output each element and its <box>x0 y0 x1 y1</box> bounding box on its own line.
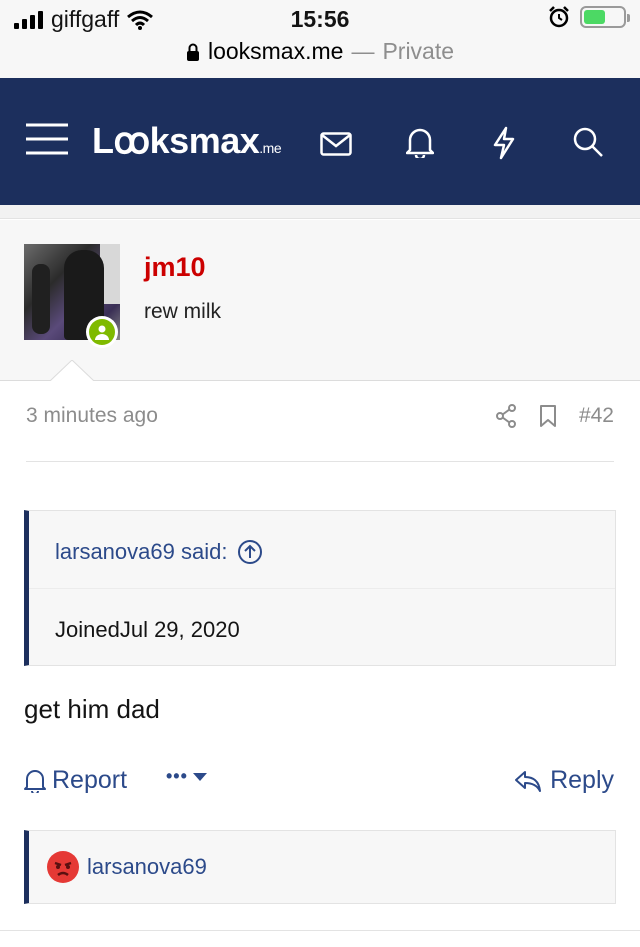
divider <box>0 930 640 931</box>
quote-header[interactable]: larsanova69 said: <box>29 511 615 589</box>
clock: 15:56 <box>290 6 350 32</box>
more-options-button[interactable]: ••• <box>166 766 208 787</box>
bookmark-icon[interactable] <box>539 404 557 428</box>
post-timestamp[interactable]: 3 minutes ago <box>26 404 158 427</box>
online-status-icon <box>86 316 118 348</box>
site-logo[interactable]: Lꝏksmax.me <box>92 120 282 162</box>
status-right <box>548 6 630 28</box>
divider <box>0 205 640 219</box>
arrow-up-circle-icon[interactable] <box>237 539 263 565</box>
address-bar[interactable]: looksmax.me — Private <box>0 38 640 65</box>
reply-button[interactable]: Reply <box>514 766 614 795</box>
username-link[interactable]: jm10 <box>144 252 206 283</box>
url-separator: — <box>351 38 375 64</box>
more-label: ••• <box>166 766 188 786</box>
reaction-user-link[interactable]: larsanova69 <box>87 854 207 880</box>
post-user-box: jm10 rew milk <box>0 220 640 381</box>
report-button[interactable]: Report <box>24 766 127 795</box>
lock-icon <box>186 43 199 61</box>
reply-icon <box>515 770 542 792</box>
search-icon[interactable] <box>572 126 604 158</box>
url-text: looksmax.me <box>207 38 344 64</box>
alarm-icon <box>549 6 569 28</box>
bell-icon <box>24 769 46 793</box>
menu-icon[interactable] <box>26 122 68 156</box>
logo-suffix: .me <box>259 140 282 156</box>
reply-label: Reply <box>550 766 614 794</box>
status-bar: giffgaff 15:56 looksmax.me — Private <box>0 0 640 78</box>
report-label: Report <box>52 766 128 794</box>
quote-block: larsanova69 said: JoinedJul 29, 2020 <box>24 510 616 666</box>
post-meta: 3 minutes ago #42 <box>26 404 614 462</box>
private-mode-label: Private <box>382 38 455 64</box>
post-message: get him dad <box>24 694 160 724</box>
user-title: rew milk <box>144 300 221 323</box>
userbox-pointer <box>50 360 94 382</box>
logo-text: Lꝏksmax <box>92 120 260 161</box>
site-navbar: Lꝏksmax.me <box>0 78 640 205</box>
reactions-bar[interactable]: larsanova69 <box>24 830 616 904</box>
mail-icon[interactable] <box>320 132 352 156</box>
user-icon <box>95 325 109 340</box>
bell-icon[interactable] <box>406 126 434 158</box>
angry-reaction-icon <box>47 851 79 883</box>
post-actions: Report ••• Reply <box>24 766 614 802</box>
caret-down-icon <box>192 772 207 781</box>
post-number[interactable]: #42 <box>579 404 614 428</box>
battery-icon <box>580 6 630 28</box>
quote-author[interactable]: larsanova69 said: <box>55 539 227 565</box>
lightning-icon[interactable] <box>492 126 516 160</box>
quote-text: JoinedJul 29, 2020 <box>55 617 240 642</box>
share-icon[interactable] <box>495 404 517 428</box>
